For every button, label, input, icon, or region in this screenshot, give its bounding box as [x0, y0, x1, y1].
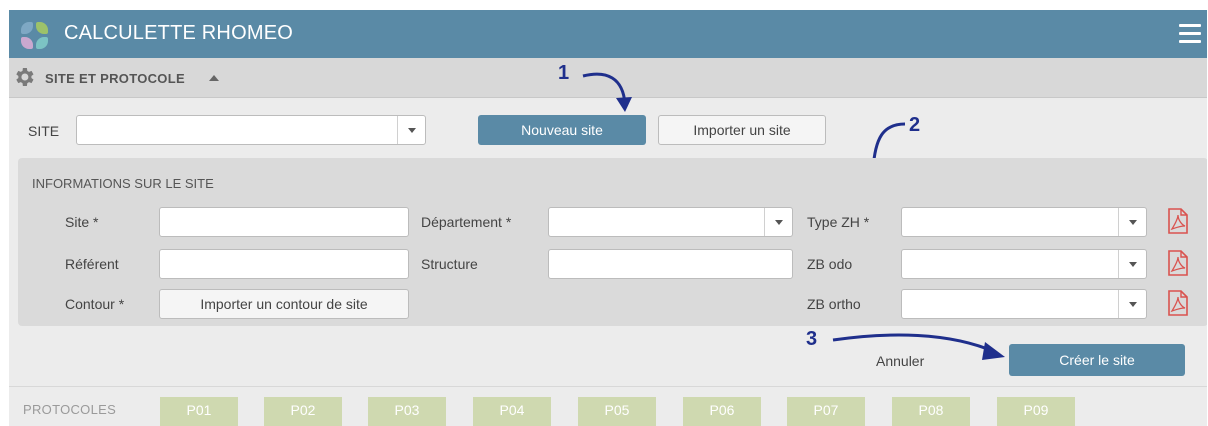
- chevron-down-icon[interactable]: [397, 116, 425, 144]
- create-site-button[interactable]: Créer le site: [1009, 344, 1185, 376]
- site-name-input[interactable]: [159, 207, 409, 237]
- import-site-button[interactable]: Importer un site: [658, 115, 826, 145]
- referent-input[interactable]: [159, 249, 409, 279]
- site-label: SITE: [28, 123, 60, 139]
- protocols-label: PROTOCOLES: [23, 402, 117, 417]
- departement-label: Département *: [421, 214, 512, 230]
- type-zh-select[interactable]: [901, 207, 1147, 237]
- protocol-tab[interactable]: P02: [264, 397, 342, 426]
- cancel-link[interactable]: Annuler: [876, 353, 924, 369]
- app-logo-icon: [21, 22, 49, 50]
- app-header: CALCULETTE RHOMEO: [9, 10, 1207, 58]
- zb-odo-select[interactable]: [901, 249, 1147, 279]
- menu-icon[interactable]: [1179, 24, 1201, 44]
- chevron-down-icon[interactable]: [764, 208, 792, 236]
- type-zh-label: Type ZH *: [807, 214, 870, 230]
- protocol-tab[interactable]: P09: [997, 397, 1075, 426]
- site-name-label: Site *: [65, 214, 99, 230]
- protocol-tab[interactable]: P06: [683, 397, 761, 426]
- annotation-number-1: 1: [558, 62, 570, 84]
- app-title: CALCULETTE RHOMEO: [64, 22, 293, 44]
- import-contour-button[interactable]: Importer un contour de site: [159, 289, 409, 319]
- protocol-tab[interactable]: P03: [368, 397, 446, 426]
- zb-ortho-label: ZB ortho: [807, 296, 861, 312]
- pdf-icon[interactable]: [1167, 290, 1189, 316]
- pdf-icon[interactable]: [1167, 208, 1189, 234]
- panel-heading: INFORMATIONS SUR LE SITE: [32, 176, 214, 191]
- departement-select[interactable]: [548, 207, 793, 237]
- new-site-button[interactable]: Nouveau site: [478, 115, 646, 145]
- protocol-tab[interactable]: P01: [160, 397, 238, 426]
- protocol-tab[interactable]: P08: [892, 397, 970, 426]
- protocol-tab[interactable]: P07: [787, 397, 865, 426]
- zb-ortho-select[interactable]: [901, 289, 1147, 319]
- protocol-tab[interactable]: P05: [578, 397, 656, 426]
- chevron-down-icon[interactable]: [1118, 250, 1146, 278]
- chevron-down-icon[interactable]: [1118, 208, 1146, 236]
- zb-odo-label: ZB odo: [807, 256, 853, 272]
- app-window: CALCULETTE RHOMEO SITE ET PROTOCOLE SITE…: [9, 10, 1207, 426]
- site-info-panel: INFORMATIONS SUR LE SITE Site * Référent…: [18, 158, 1207, 326]
- protocol-tab[interactable]: P04: [473, 397, 551, 426]
- section-title: SITE ET PROTOCOLE: [45, 71, 185, 86]
- annotation-number-3: 3: [806, 328, 818, 350]
- structure-input[interactable]: [548, 249, 793, 279]
- annotation-arrow-1-icon: [582, 72, 632, 112]
- protocols-bar: PROTOCOLES P01 P02 P03 P04 P05 P06 P07 P…: [9, 386, 1207, 426]
- structure-label: Structure: [421, 256, 478, 272]
- contour-label: Contour *: [65, 296, 125, 312]
- gear-icon: [16, 68, 34, 86]
- chevron-down-icon[interactable]: [1118, 290, 1146, 318]
- referent-label: Référent: [65, 256, 119, 272]
- pdf-icon[interactable]: [1167, 250, 1189, 276]
- collapse-caret-icon[interactable]: [209, 75, 219, 81]
- site-select[interactable]: [76, 115, 426, 145]
